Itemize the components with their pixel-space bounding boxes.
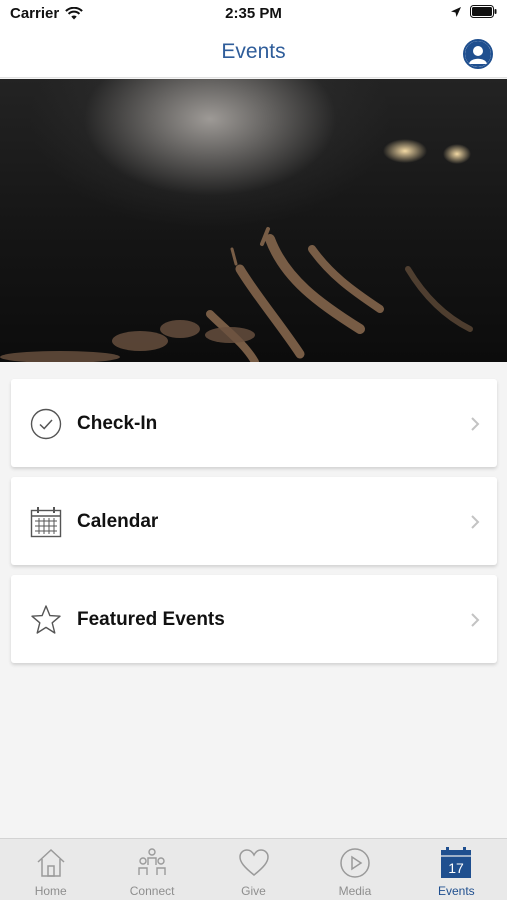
- people-icon: [138, 848, 166, 875]
- featured-events-label: Featured Events: [77, 609, 225, 630]
- tab-give[interactable]: Give: [203, 839, 304, 900]
- calendar-label: Calendar: [77, 511, 159, 532]
- tab-label-give: Give: [241, 884, 266, 898]
- status-bar: Carrier 2:35 PM: [0, 0, 507, 30]
- page-title: Events: [221, 40, 286, 63]
- star-icon: [31, 605, 61, 634]
- play-icon: [340, 848, 370, 878]
- status-right-group: [450, 5, 497, 18]
- hero-image: [0, 79, 507, 362]
- chevron-right-icon: [471, 613, 480, 627]
- battery-icon: [470, 5, 497, 18]
- tab-label-connect: Connect: [129, 884, 175, 898]
- tab-label-events: Events: [437, 884, 475, 898]
- calendar-row[interactable]: Calendar: [11, 477, 497, 565]
- location-arrow-icon: [451, 6, 461, 17]
- navigation-bar: Events: [0, 30, 507, 78]
- check-in-label: Check-In: [77, 413, 158, 434]
- featured-events-row[interactable]: Featured Events: [11, 575, 497, 663]
- user-icon: [465, 41, 491, 67]
- tab-connect[interactable]: Connect: [101, 839, 202, 900]
- check-in-row[interactable]: Check-In: [11, 379, 497, 467]
- tab-events[interactable]: 17 Events: [406, 839, 507, 900]
- tab-label-media: Media: [338, 884, 372, 898]
- chevron-right-icon: [471, 515, 480, 529]
- calendar-icon: [30, 507, 62, 538]
- tab-media[interactable]: Media: [304, 839, 405, 900]
- chevron-right-icon: [471, 417, 480, 431]
- home-icon: [37, 848, 65, 877]
- profile-button[interactable]: [463, 39, 493, 69]
- calendar-17-icon: 17: [441, 847, 472, 878]
- tab-label-home: Home: [34, 884, 67, 898]
- concert-hands-illustration: [0, 139, 473, 362]
- calendar-badge-number: 17: [449, 860, 465, 876]
- tab-home[interactable]: Home: [0, 839, 101, 900]
- heart-icon: [238, 849, 269, 876]
- tab-bar: Home Connect Give Media 17 Events: [0, 838, 507, 900]
- checkmark-circle-icon: [30, 408, 62, 440]
- clock: 2:35 PM: [225, 5, 282, 22]
